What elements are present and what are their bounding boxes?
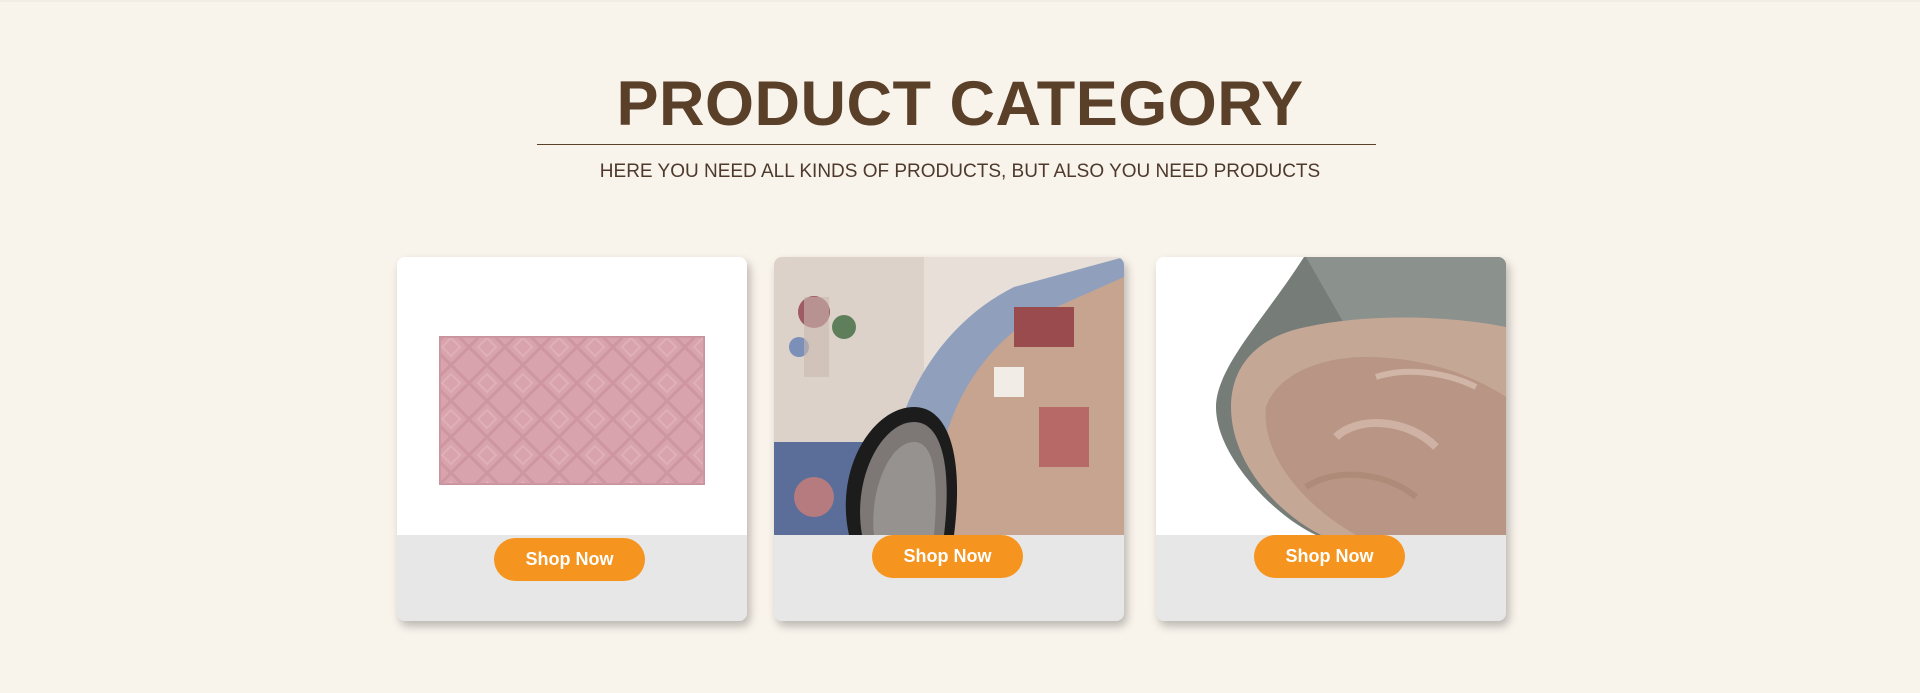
- pink-rug-image[interactable]: [397, 257, 747, 535]
- product-category-section: PRODUCT CATEGORY HERE YOU NEED ALL KINDS…: [0, 0, 1920, 693]
- product-card-fur-rug[interactable]: Shop Now: [1156, 257, 1506, 621]
- top-border: [0, 0, 1920, 2]
- title-divider: [537, 144, 1376, 145]
- persian-rug-image[interactable]: [774, 257, 1124, 535]
- shop-now-button[interactable]: Shop Now: [872, 535, 1023, 578]
- section-title: PRODUCT CATEGORY: [616, 69, 1304, 139]
- shop-now-button[interactable]: Shop Now: [1254, 535, 1405, 578]
- shop-now-button[interactable]: Shop Now: [494, 538, 645, 581]
- section-subtitle: HERE YOU NEED ALL KINDS OF PRODUCTS, BUT…: [599, 161, 1321, 182]
- product-card-pink-rug[interactable]: Shop Now: [397, 257, 747, 621]
- product-card-persian-rug[interactable]: Shop Now: [774, 257, 1124, 621]
- gray-faux-fur-rug-image[interactable]: [1156, 257, 1506, 535]
